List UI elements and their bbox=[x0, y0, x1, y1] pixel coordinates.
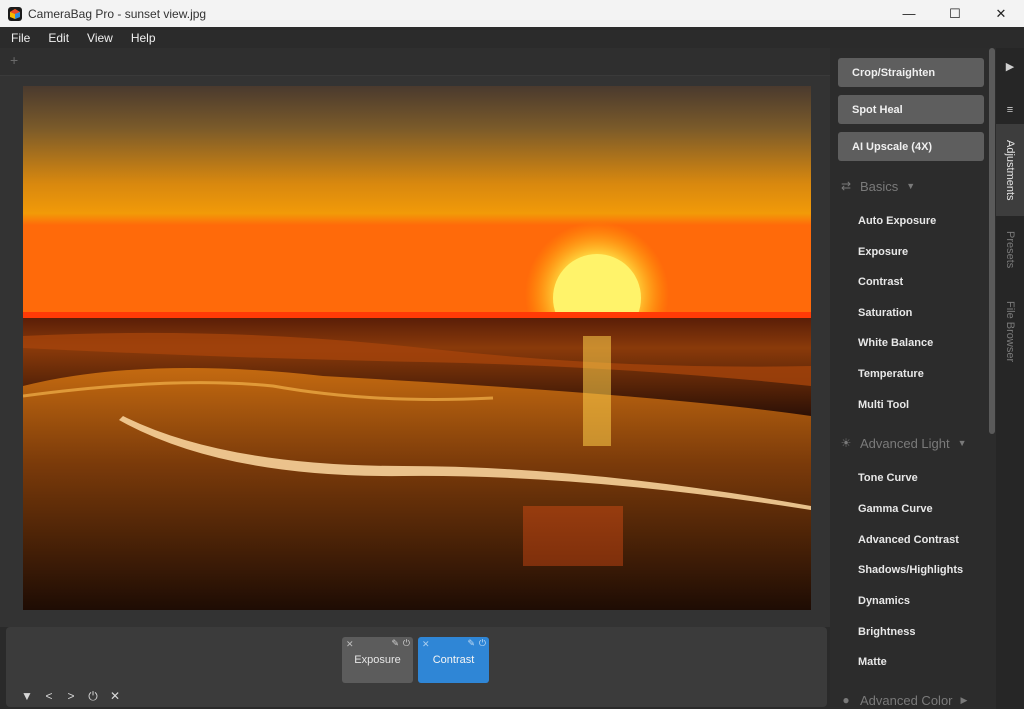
section-advanced-color[interactable]: ● Advanced Color ▶ bbox=[838, 690, 967, 709]
clear-icon[interactable]: ✕ bbox=[104, 688, 126, 704]
sun-icon: ☀ bbox=[840, 436, 852, 450]
adj-gamma-curve[interactable]: Gamma Curve bbox=[858, 503, 933, 515]
ai-upscale-button[interactable]: AI Upscale (4X) bbox=[838, 132, 984, 161]
pin-icon[interactable]: ✎ bbox=[391, 638, 399, 649]
collapse-icon[interactable]: ▼ bbox=[16, 688, 38, 704]
layer-card-exposure[interactable]: ✕ ✎ ⏻ Exposure bbox=[342, 637, 413, 683]
remove-layer-icon[interactable]: ✕ bbox=[422, 639, 430, 650]
adj-white-balance[interactable]: White Balance bbox=[858, 337, 933, 349]
layers-panel: ✕ ✎ ⏻ Exposure ✕ ✎ ⏻ Contrast ▼ < > ⏻ ✕ bbox=[6, 627, 827, 707]
maximize-button[interactable]: ☐ bbox=[932, 0, 978, 27]
sliders-icon: ⇄ bbox=[840, 179, 852, 193]
tab-presets[interactable]: Presets bbox=[996, 220, 1024, 280]
power-icon[interactable]: ⏻ bbox=[479, 638, 486, 649]
chevron-right-icon: ▶ bbox=[960, 694, 968, 705]
add-tab-button[interactable]: + bbox=[10, 52, 18, 68]
menu-icon[interactable]: ≡ bbox=[1000, 100, 1020, 120]
scroll-thumb[interactable] bbox=[989, 48, 995, 434]
tab-adjustments[interactable]: Adjustments bbox=[996, 124, 1024, 216]
camerabag-logo-icon bbox=[8, 6, 22, 21]
chevron-down-icon: ▼ bbox=[906, 181, 916, 191]
menu-edit[interactable]: Edit bbox=[40, 31, 77, 45]
menu-help[interactable]: Help bbox=[123, 31, 164, 45]
adjustments-sidebar: Crop/Straighten Spot Heal AI Upscale (4X… bbox=[830, 48, 994, 709]
previous-icon[interactable]: < bbox=[38, 688, 60, 704]
remove-layer-icon[interactable]: ✕ bbox=[346, 639, 354, 650]
side-tab-bar: ▶ ≡ Adjustments Presets File Browser bbox=[996, 48, 1024, 709]
section-title: Advanced Light bbox=[860, 435, 950, 451]
sidebar-scrollbar[interactable] bbox=[988, 48, 996, 709]
adj-shadows-highlights[interactable]: Shadows/Highlights bbox=[858, 564, 963, 576]
adj-auto-exposure[interactable]: Auto Exposure bbox=[858, 215, 936, 227]
layer-card-contrast[interactable]: ✕ ✎ ⏻ Contrast bbox=[418, 637, 489, 683]
adj-multi-tool[interactable]: Multi Tool bbox=[858, 399, 909, 411]
menu-file[interactable]: File bbox=[3, 31, 38, 45]
layer-toolbar: ▼ < > ⏻ ✕ bbox=[16, 688, 126, 704]
sunset-photo bbox=[23, 86, 811, 610]
collapse-panel-icon[interactable]: ▶ bbox=[1000, 56, 1020, 76]
menu-view[interactable]: View bbox=[79, 31, 121, 45]
adj-contrast[interactable]: Contrast bbox=[858, 276, 903, 288]
power-icon[interactable]: ⏻ bbox=[403, 638, 410, 649]
adj-advanced-contrast[interactable]: Advanced Contrast bbox=[858, 534, 959, 546]
layer-label: Contrast bbox=[432, 654, 475, 666]
adj-temperature[interactable]: Temperature bbox=[858, 368, 924, 380]
chevron-down-icon: ▼ bbox=[957, 438, 967, 448]
adj-brightness[interactable]: Brightness bbox=[858, 626, 915, 638]
title-bar: CameraBag Pro - sunset view.jpg — ☐ ✕ bbox=[0, 0, 1024, 27]
tab-file-browser[interactable]: File Browser bbox=[996, 292, 1024, 372]
adj-dynamics[interactable]: Dynamics bbox=[858, 595, 910, 607]
spot-heal-button[interactable]: Spot Heal bbox=[838, 95, 984, 124]
pin-icon[interactable]: ✎ bbox=[467, 638, 475, 649]
section-title: Basics bbox=[860, 178, 899, 194]
menu-bar: File Edit View Help bbox=[0, 27, 1024, 48]
next-icon[interactable]: > bbox=[60, 688, 82, 704]
adj-exposure[interactable]: Exposure bbox=[858, 246, 908, 258]
section-title: Advanced Color bbox=[860, 692, 953, 708]
adj-tone-curve[interactable]: Tone Curve bbox=[858, 472, 918, 484]
adj-matte[interactable]: Matte bbox=[858, 656, 887, 668]
window-title: CameraBag Pro - sunset view.jpg bbox=[28, 6, 207, 21]
close-button[interactable]: ✕ bbox=[978, 0, 1024, 27]
section-basics[interactable]: ⇄ Basics ▼ bbox=[838, 176, 915, 196]
power-toggle-icon[interactable]: ⏻ bbox=[82, 688, 104, 704]
tab-strip: + bbox=[0, 48, 830, 76]
layer-label: Exposure bbox=[354, 654, 401, 666]
minimize-button[interactable]: — bbox=[886, 0, 932, 27]
photo-canvas[interactable] bbox=[23, 86, 811, 610]
editor-area: + bbox=[0, 48, 830, 627]
color-icon: ● bbox=[842, 693, 850, 707]
crop-straighten-button[interactable]: Crop/Straighten bbox=[838, 58, 984, 87]
adj-saturation[interactable]: Saturation bbox=[858, 307, 912, 319]
section-advanced-light[interactable]: ☀ Advanced Light ▼ bbox=[838, 433, 967, 453]
